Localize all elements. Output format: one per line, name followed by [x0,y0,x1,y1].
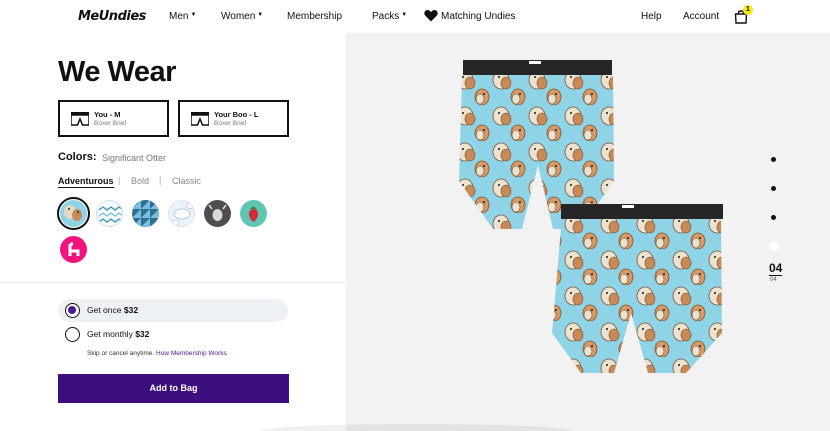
boxer-brief-icon [71,112,89,126]
nav-women[interactable]: Women ▼ [221,11,263,22]
site-header: MeUndies Men ▼ Women ▼ Membership Packs ▼ M… [0,0,830,33]
section-divider [0,282,346,283]
get-once-label: Get once $32 [87,305,139,315]
aztec-pattern-icon [97,201,122,226]
swatch-geometric[interactable] [132,200,159,227]
boxer-brief-icon [191,112,209,126]
product-options-panel: We Wear You - M Boxer Brief Your Boo - L… [0,33,346,431]
gallery-current-page: 04 [769,261,783,276]
nav-membership[interactable]: Membership [287,11,342,22]
nav-matching-undies[interactable]: Matching Undies [441,11,515,22]
swatch-clouds[interactable] [168,200,195,227]
add-to-bag-button[interactable]: Add to Bag [58,374,289,403]
product-page: MeUndies Men ▼ Women ▼ Membership Packs ▼ M… [0,0,830,431]
get-monthly-label: Get monthly $32 [87,329,150,339]
membership-fine-print: Skip or cancel anytime. How Membership W… [87,350,227,357]
heart-icon [424,10,438,22]
bottom-shadow [260,424,572,431]
chevron-down-icon: ▼ [190,12,197,19]
tab-divider: | [159,175,162,185]
swatch-llama[interactable] [60,236,87,263]
boxer-brief-back [459,60,614,229]
swatch-goats[interactable] [204,200,231,227]
selected-color-name: Significant Otter [102,153,167,163]
person-name: Your Boo - L [214,110,259,119]
product-image [459,60,723,373]
goat-pattern-icon [204,200,231,227]
cloud-pattern-icon [169,201,194,226]
gallery-total-pages: 04 [770,277,777,283]
boxer-brief-front [552,204,723,373]
gallery-dot-1[interactable] [771,157,776,162]
tab-divider: | [118,175,121,185]
strawberry-pattern-icon [240,200,267,227]
llama-pattern-icon [60,236,87,263]
nav-account[interactable]: Account [683,11,719,22]
swatch-significant-otter[interactable] [60,200,87,227]
person-name: You - M [94,110,121,119]
nav-men[interactable]: Men ▼ [169,11,196,22]
person-selector-you[interactable]: You - M Boxer Brief [58,100,169,137]
chevron-down-icon: ▼ [401,12,408,19]
gallery-dot-2[interactable] [771,186,776,191]
triangle-pattern-icon [132,200,159,227]
product-gallery: 04 04 [260,33,830,431]
get-monthly-radio[interactable] [65,327,80,342]
product-title: We Wear [58,56,176,88]
tab-bold[interactable]: Bold [131,176,149,186]
tab-classic[interactable]: Classic [172,176,201,186]
nav-help[interactable]: Help [641,11,662,22]
person-style: Boxer Brief [214,120,247,127]
get-once-option[interactable]: Get once $32 [58,299,288,322]
swatch-strawberry[interactable] [240,200,267,227]
get-once-radio[interactable] [65,303,80,318]
get-monthly-option[interactable]: Get monthly $32 [58,323,288,346]
cart-count-badge: 1 [743,5,753,15]
colors-label: Colors: [58,151,97,163]
gallery-dot-3[interactable] [771,215,776,220]
otter-pattern-icon [60,200,87,227]
person-style: Boxer Brief [94,120,127,127]
gallery-dot-active[interactable] [769,241,779,251]
how-membership-works-link[interactable]: How Membership Works [156,350,227,357]
meundies-logo[interactable]: MeUndies [78,9,146,24]
person-selector-boo[interactable]: Your Boo - L Boxer Brief [178,100,289,137]
tab-adventurous[interactable]: Adventurous [58,176,114,188]
nav-packs[interactable]: Packs ▼ [372,11,407,22]
chevron-down-icon: ▼ [257,12,264,19]
swatch-aztec-print[interactable] [96,200,123,227]
